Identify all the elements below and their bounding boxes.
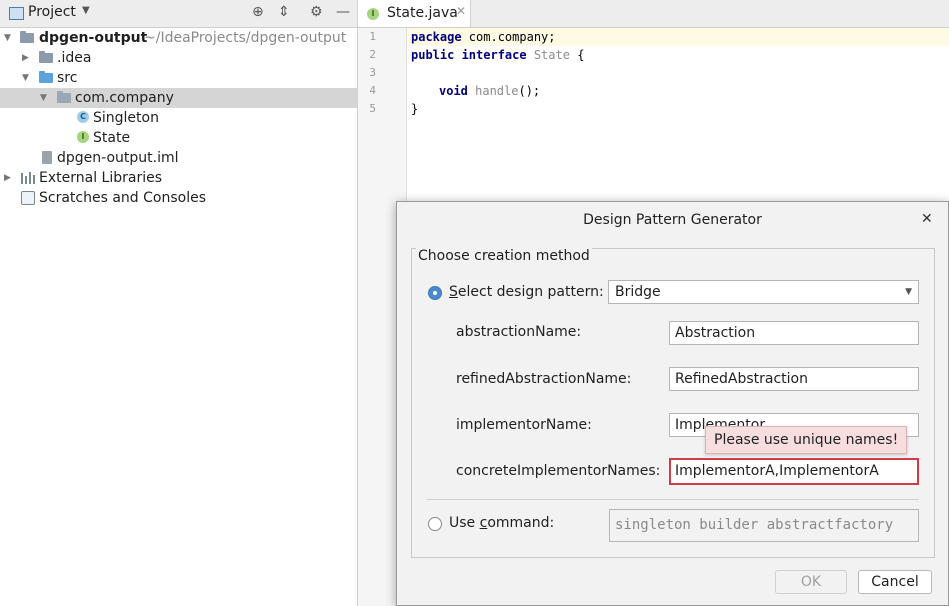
tree-item-external-libraries[interactable]: ▶ External Libraries: [0, 168, 357, 188]
field-label-abstraction: abstractionName:: [456, 324, 582, 340]
code-keyword: interface: [454, 48, 527, 62]
tree-item-label: com.company: [75, 90, 174, 106]
close-tab-icon[interactable]: ✕: [456, 4, 466, 18]
chevron-right-icon[interactable]: ▶: [4, 168, 11, 188]
folder-icon: [39, 51, 53, 63]
tree-item-label: dpgen-output: [39, 30, 148, 46]
interface-icon: I: [77, 131, 89, 143]
tab-state-java[interactable]: I State.java ✕: [358, 0, 471, 27]
tree-item-label: dpgen-output.iml: [57, 150, 179, 166]
abstraction-name-input[interactable]: Abstraction: [669, 321, 919, 345]
code-keyword: void: [439, 84, 468, 98]
tree-item-label: src: [57, 70, 78, 86]
field-label-concrete-implementors: concreteImplementorNames:: [456, 463, 661, 479]
dialog-title-bar[interactable]: Design Pattern Generator ✕: [397, 202, 948, 238]
command-input[interactable]: singleton builder abstractfactory: [609, 509, 919, 542]
tree-item-project-root[interactable]: ▼ dpgen-output ~/IdeaProjects/dpgen-outp…: [0, 28, 357, 48]
code-line-4: void handle();: [439, 82, 540, 100]
validation-error-tooltip: Please use unique names!: [705, 426, 908, 454]
package-icon: [57, 91, 71, 103]
pattern-dropdown[interactable]: Bridge ▼: [608, 280, 919, 304]
tree-item-idea[interactable]: ▶ .idea: [0, 48, 357, 68]
tree-item-label: External Libraries: [39, 170, 162, 186]
class-icon: C: [77, 111, 89, 123]
tree-item-iml[interactable]: dpgen-output.iml: [0, 148, 357, 168]
gear-icon[interactable]: ⚙: [310, 4, 323, 20]
chevron-right-icon[interactable]: ▶: [22, 48, 29, 68]
separator: [427, 499, 919, 500]
tab-label: State.java: [387, 5, 458, 21]
library-icon: [21, 172, 35, 184]
tree-item-src[interactable]: ▼ src: [0, 68, 357, 88]
line-number: 1: [369, 30, 376, 43]
project-panel-title[interactable]: Project: [28, 4, 76, 20]
tree-item-scratches[interactable]: Scratches and Consoles: [0, 188, 357, 208]
group-label: Choose creation method: [416, 248, 592, 264]
input-value: Abstraction: [675, 325, 756, 341]
use-command-radio[interactable]: [428, 517, 442, 531]
field-label-refined-abstraction: refinedAbstractionName:: [456, 371, 632, 387]
code-identifier: handle: [467, 84, 519, 98]
line-number: 3: [369, 66, 376, 79]
tree-item-label: Scratches and Consoles: [39, 190, 206, 206]
project-view-icon: [9, 7, 24, 20]
refined-abstraction-name-input[interactable]: RefinedAbstraction: [669, 367, 919, 391]
chevron-down-icon[interactable]: ▼: [40, 88, 47, 108]
field-label-implementor: implementorName:: [456, 417, 592, 433]
tree-item-label: State: [93, 130, 131, 146]
input-value: ImplementorA,ImplementorA: [675, 463, 879, 479]
select-pattern-radio[interactable]: [428, 286, 442, 300]
ok-button[interactable]: OK: [775, 570, 847, 594]
mnemonic: S: [449, 284, 458, 300]
label-text: ommand:: [487, 515, 555, 531]
hide-panel-icon[interactable]: —: [336, 4, 350, 20]
project-panel: Project ▼ ⊕ ⇕ ⚙ — ▼ dpgen-output ~/IdeaP…: [0, 0, 358, 606]
code-text: ();: [518, 84, 541, 98]
code-line-2: public interface State {: [411, 46, 584, 64]
input-placeholder: singleton builder abstractfactory: [615, 517, 894, 533]
tree-item-state[interactable]: I State: [0, 128, 357, 148]
locate-icon[interactable]: ⊕: [252, 4, 264, 20]
input-value: RefinedAbstraction: [675, 371, 808, 387]
source-folder-icon: [39, 71, 53, 83]
code-text: {: [569, 48, 585, 62]
use-command-label[interactable]: Use command:: [449, 515, 554, 531]
interface-icon: I: [367, 8, 379, 20]
code-keyword: public: [411, 48, 455, 62]
code-line-1: package com.company;: [411, 28, 556, 46]
chevron-down-icon[interactable]: ▼: [4, 28, 11, 48]
collapse-all-icon[interactable]: ⇕: [278, 4, 290, 20]
dialog-title: Design Pattern Generator: [583, 212, 762, 228]
close-icon[interactable]: ✕: [921, 211, 933, 227]
code-text: com.company;: [461, 30, 556, 44]
editor-tab-bar: I State.java ✕: [358, 0, 949, 28]
line-number: 2: [369, 48, 376, 61]
tree-item-path: ~/IdeaProjects/dpgen-output: [144, 30, 347, 46]
scratches-icon: [21, 191, 35, 205]
project-panel-header: Project ▼ ⊕ ⇕ ⚙ —: [0, 0, 357, 28]
design-pattern-dialog: Design Pattern Generator ✕ Choose creati…: [396, 201, 949, 606]
tree-item-label: .idea: [57, 50, 92, 66]
tree-item-label: Singleton: [93, 110, 159, 126]
code-identifier: State: [526, 48, 570, 62]
label-text: elect design pattern:: [457, 284, 604, 300]
code-text: }: [411, 102, 419, 116]
code-keyword: package: [411, 30, 462, 44]
line-number: 4: [369, 84, 376, 97]
chevron-down-icon[interactable]: ▼: [22, 68, 29, 88]
label-text: Use: [449, 515, 480, 531]
line-number: 5: [369, 102, 376, 115]
tree-item-singleton[interactable]: C Singleton: [0, 108, 357, 128]
concrete-implementor-names-input[interactable]: ImplementorA,ImplementorA: [669, 458, 919, 485]
tree-item-package[interactable]: ▼ com.company: [0, 88, 357, 108]
code-line-5: }: [411, 100, 418, 118]
dropdown-value: Bridge: [615, 284, 661, 300]
module-file-icon: [42, 151, 52, 164]
module-folder-icon: [20, 31, 34, 43]
cancel-button[interactable]: Cancel: [858, 570, 932, 594]
select-pattern-label[interactable]: Select design pattern:: [449, 284, 604, 300]
chevron-down-icon[interactable]: ▼: [82, 5, 90, 16]
chevron-down-icon: ▼: [905, 287, 912, 297]
